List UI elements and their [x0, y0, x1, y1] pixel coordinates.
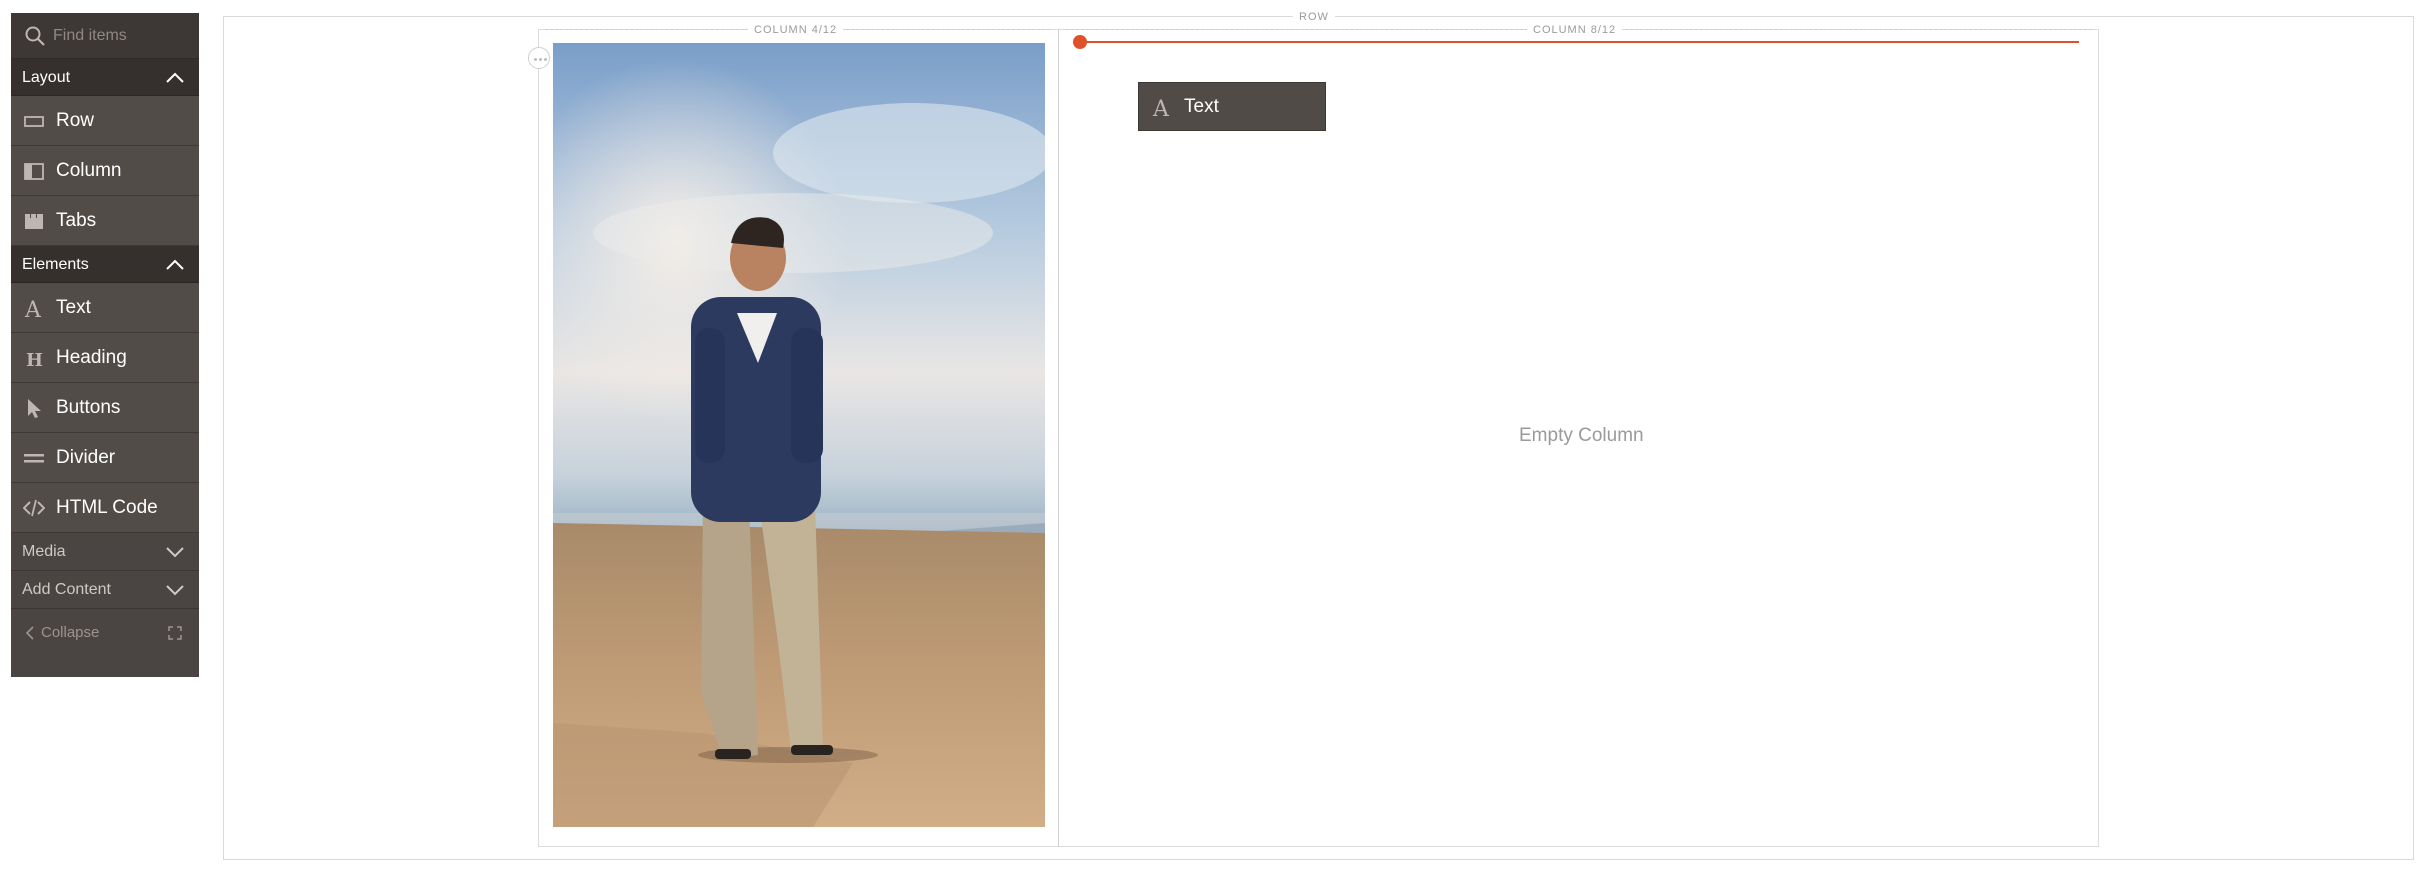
sidebar-item-text[interactable]: A Text [11, 283, 199, 333]
group-label: Elements [22, 256, 89, 273]
row-label: ROW [1293, 10, 1335, 24]
tabs-icon [25, 214, 43, 229]
dragged-text-element[interactable]: A Text [1138, 82, 1326, 131]
svg-text:H: H [26, 350, 43, 369]
chevron-down-icon [166, 585, 184, 596]
sidebar-item-buttons[interactable]: Buttons [11, 383, 199, 433]
chevron-left-icon [25, 626, 34, 640]
row-icon [24, 116, 44, 127]
text-icon: A [24, 298, 42, 319]
chevron-up-icon [166, 72, 184, 83]
column-move-handle[interactable] [528, 47, 550, 69]
page-builder-panel: Layout Row Column Tabs Elements A Text H… [11, 13, 199, 677]
group-label: Layout [22, 69, 71, 86]
dragged-item-label: Text [1184, 96, 1219, 117]
column-icon [24, 163, 44, 180]
sidebar-item-label: HTML Code [56, 497, 158, 518]
beach-photo [553, 43, 1045, 827]
column-left-label: COLUMN 4/12 [748, 23, 844, 37]
group-label: Media [22, 543, 66, 560]
sidebar-item-label: Heading [56, 347, 127, 368]
column-right-label: COLUMN 8/12 [1527, 23, 1623, 37]
sidebar-item-label: Text [56, 297, 91, 318]
text-icon: A [1152, 97, 1170, 118]
code-icon [23, 499, 45, 517]
sidebar-item-row[interactable]: Row [11, 96, 199, 146]
group-media[interactable]: Media [11, 533, 199, 571]
heading-icon: H [26, 350, 43, 369]
chevron-down-icon [166, 547, 184, 558]
sidebar-item-column[interactable]: Column [11, 146, 199, 196]
sidebar-item-heading[interactable]: H Heading [11, 333, 199, 383]
svg-text:A: A [24, 298, 42, 319]
collapse-label: Collapse [41, 624, 100, 641]
sidebar-item-label: Buttons [56, 397, 121, 418]
image-man-on-beach[interactable] [553, 43, 1045, 827]
group-layout[interactable]: Layout [11, 59, 199, 96]
pointer-icon [28, 399, 41, 418]
group-elements[interactable]: Elements [11, 246, 199, 283]
search-input[interactable] [53, 21, 191, 51]
sidebar-item-divider[interactable]: Divider [11, 433, 199, 483]
search-bar [11, 13, 199, 59]
chevron-up-icon [166, 259, 184, 270]
divider-icon [24, 454, 44, 463]
svg-text:A: A [1152, 97, 1170, 118]
group-add-content[interactable]: Add Content [11, 571, 199, 609]
group-label: Add Content [22, 581, 111, 598]
search-icon [25, 26, 45, 46]
sidebar-item-tabs[interactable]: Tabs [11, 196, 199, 246]
sidebar-item-label: Tabs [56, 210, 97, 231]
drop-indicator-line [1085, 41, 2079, 43]
drop-indicator-dot [1073, 35, 1087, 49]
empty-column-placeholder: Empty Column [1519, 425, 1644, 446]
collapse-panel-button[interactable]: Collapse [11, 609, 199, 657]
sidebar-item-label: Row [56, 110, 95, 131]
fullscreen-icon[interactable] [168, 626, 182, 640]
sidebar-item-label: Column [56, 160, 122, 181]
sidebar-item-html-code[interactable]: HTML Code [11, 483, 199, 533]
sidebar-item-label: Divider [56, 447, 116, 468]
